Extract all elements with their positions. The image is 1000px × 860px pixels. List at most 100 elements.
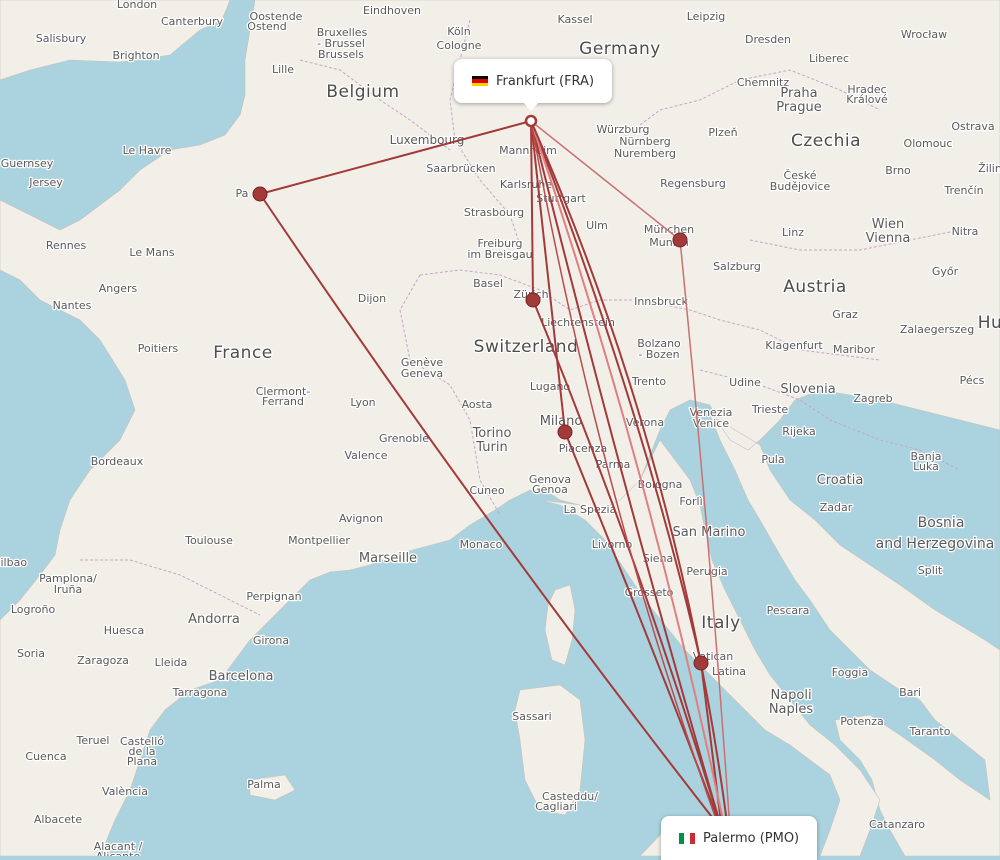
city-label: San Marino bbox=[673, 525, 746, 540]
city-label: Palma bbox=[247, 778, 280, 791]
city-label: im Breisgau bbox=[467, 248, 532, 261]
city-label: Rennes bbox=[46, 239, 87, 252]
city-label: València bbox=[102, 785, 148, 798]
country-label: and Herzegovina bbox=[876, 536, 995, 552]
city-label: Angers bbox=[99, 282, 138, 295]
city-label: Pa bbox=[236, 187, 249, 200]
city-label: Pécs bbox=[960, 374, 985, 387]
city-label: Brighton bbox=[112, 49, 159, 62]
city-label: Girona bbox=[253, 634, 289, 647]
city-label: Huesca bbox=[104, 624, 145, 637]
city-label: Nantes bbox=[53, 299, 92, 312]
city-label: Poitiers bbox=[138, 342, 179, 355]
city-label: Genoa bbox=[532, 483, 568, 496]
germany-flag-icon bbox=[472, 75, 488, 87]
city-label: Valence bbox=[344, 449, 387, 462]
country-label: Austria bbox=[783, 277, 847, 297]
origin-airport-name: Frankfurt (FRA) bbox=[496, 73, 595, 89]
city-label: Brno bbox=[885, 164, 911, 177]
city-label: Napoli bbox=[770, 688, 811, 703]
city-label: Ferrand bbox=[262, 395, 304, 408]
city-label: Wrocław bbox=[901, 28, 947, 41]
city-label: Cologne bbox=[437, 39, 482, 52]
destination-airport-label[interactable]: Palermo (PMO) bbox=[661, 816, 818, 860]
city-label: Pula bbox=[761, 453, 784, 466]
city-label: Köln bbox=[447, 25, 470, 38]
city-label: La Spezia bbox=[564, 503, 617, 516]
city-label: Ostend bbox=[247, 20, 286, 33]
city-label: Lleida bbox=[155, 656, 188, 669]
city-label: - Bozen bbox=[638, 348, 679, 361]
country-label: Germany bbox=[579, 39, 661, 59]
city-label: Piacenza bbox=[559, 442, 608, 455]
origin-airport-label[interactable]: Frankfurt (FRA) bbox=[454, 59, 613, 103]
city-label: Grenoble bbox=[379, 432, 429, 445]
city-label: Ulm bbox=[586, 219, 608, 232]
city-label: Luxembourg bbox=[390, 133, 465, 147]
city-label: Králové bbox=[846, 93, 888, 106]
city-label: Lille bbox=[272, 63, 294, 76]
city-label: Zadar bbox=[820, 501, 853, 514]
city-label: Luka bbox=[913, 460, 939, 473]
italy-flag-icon bbox=[679, 832, 695, 844]
city-label: Marseille bbox=[359, 551, 417, 566]
city-label: Teruel bbox=[76, 734, 110, 747]
city-label: Brussels bbox=[318, 48, 364, 61]
city-label: Bordeaux bbox=[91, 455, 144, 468]
stopover-zurich bbox=[525, 292, 541, 308]
city-label: Graz bbox=[832, 308, 858, 321]
city-label: Iruña bbox=[54, 583, 82, 596]
city-label: Andorra bbox=[188, 612, 240, 627]
country-label: Italy bbox=[701, 613, 740, 633]
city-label: Vienna bbox=[866, 231, 911, 246]
city-label: Linz bbox=[782, 226, 804, 239]
country-label: Croatia bbox=[817, 473, 864, 488]
city-label: Potenza bbox=[840, 715, 884, 728]
city-label: Zagreb bbox=[853, 392, 892, 405]
city-label: Trento bbox=[631, 375, 666, 388]
origin-label-pointer bbox=[524, 103, 538, 111]
city-label: Turin bbox=[475, 440, 507, 455]
city-label: Foggia bbox=[832, 666, 868, 679]
city-label: London bbox=[117, 0, 157, 11]
city-label: Budějovice bbox=[770, 180, 831, 193]
city-label: Győr bbox=[932, 265, 959, 278]
city-label: Dijon bbox=[358, 292, 386, 305]
stopover-milano bbox=[557, 424, 573, 440]
city-label: Albacete bbox=[34, 813, 82, 826]
city-label: Geneva bbox=[401, 367, 443, 380]
city-label: Dresden bbox=[745, 33, 791, 46]
route-map[interactable]: Germany Belgium Czechia France Switzerla… bbox=[0, 0, 1000, 856]
city-label: Bari bbox=[899, 686, 921, 699]
city-label: Cuenca bbox=[25, 750, 66, 763]
city-label: Klagenfurt bbox=[765, 339, 823, 352]
stopover-paris bbox=[252, 186, 268, 202]
city-label: Naples bbox=[769, 702, 814, 717]
city-label: Trenčín bbox=[943, 184, 983, 197]
city-label: Forlì bbox=[679, 495, 702, 508]
city-label: Cuneo bbox=[469, 484, 504, 497]
city-label: Barcelona bbox=[209, 669, 274, 684]
city-label: Innsbruck bbox=[634, 295, 688, 308]
origin-marker[interactable] bbox=[524, 114, 538, 128]
country-label: Switzerland bbox=[474, 337, 579, 357]
city-label: Zalaegerszeg bbox=[900, 323, 974, 336]
city-label: Nitra bbox=[952, 225, 979, 238]
city-label: Montpellier bbox=[288, 534, 350, 547]
country-label: Belgium bbox=[326, 82, 399, 102]
city-label: Split bbox=[918, 564, 943, 577]
city-label: Verona bbox=[626, 416, 664, 429]
country-label: Bosnia bbox=[918, 515, 965, 531]
city-label: Zaragoza bbox=[77, 654, 129, 667]
city-label: Sassari bbox=[512, 710, 552, 723]
city-label: Guernsey bbox=[1, 157, 54, 170]
city-label: München bbox=[644, 223, 694, 236]
country-label: Czechia bbox=[791, 131, 861, 151]
stopover-vatican bbox=[693, 655, 709, 671]
city-label: Alicante bbox=[96, 850, 141, 856]
city-label: Pescara bbox=[767, 604, 810, 617]
city-label: Le Havre bbox=[123, 144, 172, 157]
city-label: Parma bbox=[596, 458, 631, 471]
city-label: Canterbury bbox=[161, 15, 223, 28]
city-label: Basel bbox=[473, 277, 503, 290]
